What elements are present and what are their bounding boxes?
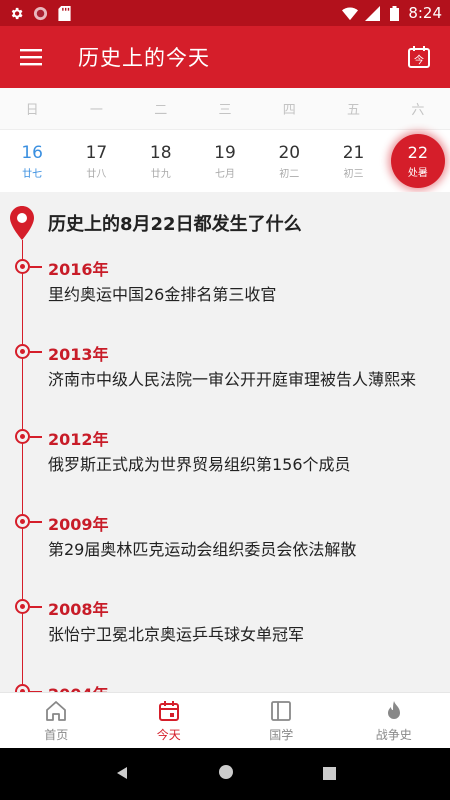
event-year: 2004年 [48, 681, 109, 692]
lunar-date: 廿八 [86, 168, 107, 180]
timeline-dot-icon [15, 344, 30, 359]
lunar-date: 初三 [343, 168, 364, 180]
nav-label: 国学 [269, 727, 294, 742]
timeline-dot-icon [15, 599, 30, 614]
nav-guoxue[interactable]: 国学 [225, 693, 338, 748]
weekday-label: 六 [411, 103, 425, 118]
weekday-label: 一 [89, 103, 103, 118]
day-number: 19 [214, 142, 236, 163]
event-year: 2013年 [48, 345, 109, 364]
lunar-date: 处暑 [407, 168, 428, 179]
app-badge-icon [32, 5, 48, 21]
flame-icon [387, 700, 400, 719]
menu-button[interactable] [0, 26, 62, 88]
lunar-date: 廿七 [22, 168, 43, 180]
signal-icon [364, 5, 380, 21]
event-description: 张怡宁卫冕北京奥运乒乓球女单冠军 [48, 625, 305, 644]
settings-icon [8, 5, 24, 21]
back-icon[interactable] [115, 765, 129, 784]
history-timeline[interactable]: 历史上的8月22日都发生了什么 2016年 里约奥运中国26金排名第三收官 20… [0, 192, 450, 692]
calendar-icon [158, 700, 179, 721]
app-bar: 历史上的今天 今 [0, 26, 450, 88]
bottom-navigation: 首页 今天 国学 战争史 [0, 692, 450, 748]
nav-war-history[interactable]: 战争史 [338, 693, 450, 748]
event-description: 第29届奥林匹克运动会组织委员会依法解散 [48, 540, 357, 559]
lunar-date: 七月 [214, 168, 235, 180]
timeline-title: 历史上的8月22日都发生了什么 [48, 214, 302, 235]
home-circle-icon[interactable] [218, 764, 234, 784]
calendar-today-label: 今 [414, 54, 424, 67]
timeline-line [22, 240, 23, 692]
day-number: 22 [407, 143, 428, 162]
status-time: 8:24 [408, 4, 442, 22]
sd-card-icon [56, 5, 72, 21]
weekday-label: 二 [154, 103, 168, 118]
home-icon [46, 700, 67, 721]
weekday-label: 五 [347, 103, 361, 118]
day-19[interactable]: 19 七月 [193, 130, 257, 192]
event-year: 2012年 [48, 430, 109, 449]
event-description: 里约奥运中国26金排名第三收官 [48, 285, 277, 304]
day-number: 16 [21, 142, 43, 163]
timeline-dash [30, 606, 42, 608]
timeline-dash [30, 436, 42, 438]
event-year: 2016年 [48, 260, 109, 279]
day-20[interactable]: 20 初二 [257, 130, 321, 192]
weekday-label: 四 [282, 103, 296, 118]
page-title: 历史上的今天 [78, 46, 210, 70]
weekday-label: 三 [218, 103, 232, 118]
timeline-heading: 历史上的8月22日都发生了什么 [10, 206, 302, 240]
location-pin-icon [10, 206, 34, 240]
event-year: 2008年 [48, 600, 109, 619]
event-description: 俄罗斯正式成为世界贸易组织第156个成员 [48, 455, 351, 474]
day-number: 17 [85, 142, 108, 163]
day-number: 20 [278, 142, 301, 163]
event-description: 济南市中级人民法院一审公开开庭审理被告人薄熙来 [48, 370, 417, 389]
hamburger-icon [20, 49, 42, 66]
weekday-header: 日 一 二 三 四 五 六 [0, 88, 450, 130]
day-number: 21 [342, 142, 365, 163]
day-number: 18 [149, 142, 172, 163]
timeline-dot-icon [15, 259, 30, 274]
timeline-dot-icon [15, 429, 30, 444]
day-21[interactable]: 21 初三 [321, 130, 385, 192]
wifi-icon [342, 5, 359, 21]
status-bar: 8:24 [0, 0, 450, 26]
lunar-date: 廿九 [150, 168, 171, 180]
recents-icon[interactable] [322, 765, 336, 784]
selected-day-circle: 22 处暑 [390, 134, 445, 188]
timeline-dash [30, 521, 42, 523]
book-icon [271, 700, 292, 721]
week-day-strip: 16 廿七 17 廿八 18 廿九 19 七月 20 初二 21 初三 22 处… [0, 130, 450, 192]
battery-icon [386, 5, 402, 21]
day-16[interactable]: 16 廿七 [0, 130, 64, 192]
lunar-date: 初二 [279, 168, 300, 180]
timeline-dash [30, 266, 42, 268]
day-22-selected[interactable]: 22 处暑 [386, 130, 450, 192]
nav-home[interactable]: 首页 [0, 693, 113, 748]
day-17[interactable]: 17 廿八 [64, 130, 128, 192]
timeline-dot-icon [15, 684, 30, 692]
weekday-label: 日 [25, 103, 39, 118]
timeline-dash [30, 351, 42, 353]
nav-today[interactable]: 今天 [113, 693, 226, 748]
calendar-today-icon: 今 [408, 46, 430, 68]
nav-label: 今天 [156, 727, 181, 742]
timeline-dot-icon [15, 514, 30, 529]
event-year: 2009年 [48, 515, 109, 534]
today-calendar-button[interactable]: 今 [388, 26, 450, 88]
day-18[interactable]: 18 廿九 [129, 130, 193, 192]
nav-label: 首页 [44, 727, 69, 742]
nav-label: 战争史 [375, 727, 412, 742]
system-navigation-bar [0, 748, 450, 800]
